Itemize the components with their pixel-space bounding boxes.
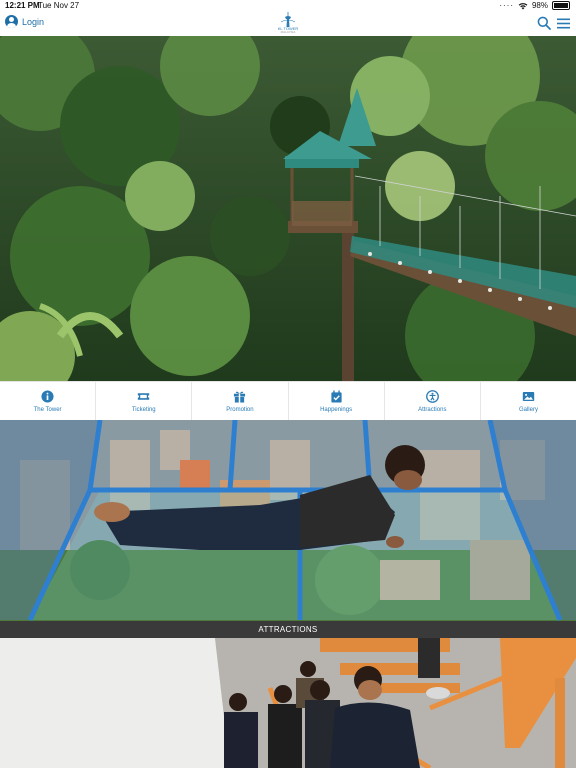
info-icon	[41, 390, 54, 403]
menu-item-ticketing[interactable]: Ticketing	[96, 382, 193, 421]
battery-percent: 98%	[531, 1, 548, 10]
wifi-icon	[518, 2, 528, 9]
user-icon	[5, 15, 18, 28]
battery-fill	[554, 3, 568, 8]
menu-label-happenings: Happenings	[320, 407, 353, 413]
login-button[interactable]: Login	[5, 15, 44, 28]
ticket-icon	[138, 393, 150, 400]
login-label: Login	[22, 16, 45, 27]
menu-item-happenings[interactable]: Happenings	[289, 382, 385, 421]
menu-label-promotion: Promotion	[226, 407, 254, 413]
menu-label-the-tower: The Tower	[33, 407, 62, 413]
skybox-image[interactable]	[0, 420, 576, 621]
menu-label-attractions: Attractions	[418, 407, 447, 413]
search-icon[interactable]	[537, 16, 551, 30]
menu-item-promotion[interactable]: Promotion	[192, 382, 289, 421]
stair-climb-illustration	[0, 638, 576, 768]
menu-label-gallery: Gallery	[518, 407, 538, 413]
attractions-section-title: ATTRACTIONS	[0, 621, 576, 638]
gift-icon	[234, 391, 246, 403]
hamburger-menu-icon[interactable]	[557, 18, 570, 29]
logo-subtext: MALAYSIA	[280, 30, 296, 34]
kl-tower-logo[interactable]: KL TOWER MALAYSIA	[276, 12, 300, 36]
nav-actions	[537, 16, 570, 30]
status-date: Tue Nov 27	[38, 1, 80, 10]
status-right: ···· 98%	[499, 1, 570, 10]
menu-item-attractions[interactable]: Attractions	[385, 382, 481, 421]
image-icon	[522, 392, 535, 401]
top-nav: Login KL TOWER MALAYSIA	[0, 12, 576, 36]
skybox-illustration	[0, 420, 576, 621]
accessibility-icon	[425, 390, 439, 403]
hero-image-canopy-walk[interactable]	[0, 36, 576, 381]
menu-item-gallery[interactable]: Gallery	[481, 382, 576, 421]
calendar-check-icon	[330, 390, 342, 403]
menu-label-ticketing: Ticketing	[131, 407, 156, 413]
dots-icon: ····	[499, 1, 514, 10]
canopy-walk-illustration	[0, 36, 576, 381]
menu-item-the-tower[interactable]: The Tower	[0, 382, 97, 421]
status-bar: 12:21 PM Tue Nov 27 ···· 98%	[0, 0, 576, 12]
status-time: 12:21 PM	[5, 1, 40, 10]
main-menu: The Tower Ticketing Promotion Happenings…	[0, 381, 576, 422]
battery-icon	[552, 1, 570, 10]
stair-climb-image[interactable]	[0, 638, 576, 768]
